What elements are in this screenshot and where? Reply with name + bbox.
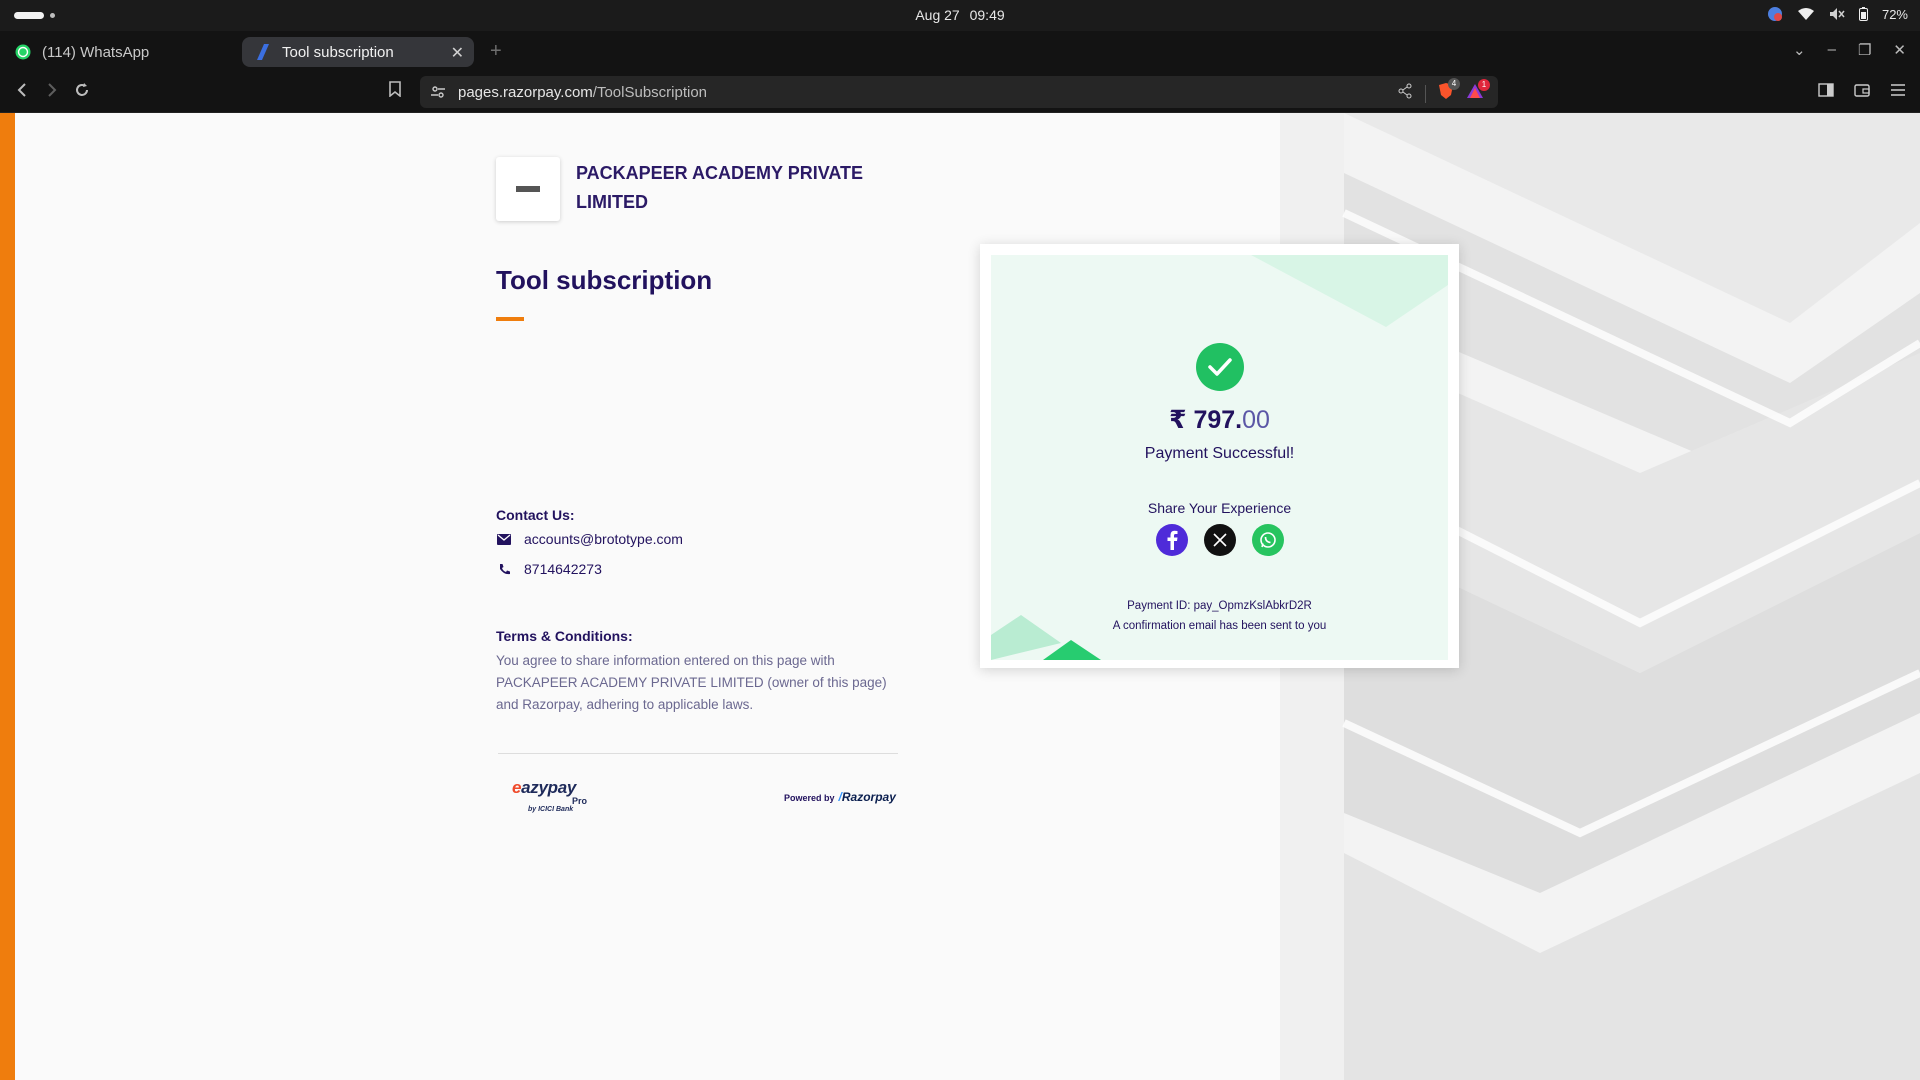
icici-label: by ICICI Bank [528, 806, 574, 813]
facebook-icon[interactable] [1155, 524, 1188, 556]
contact-phone-row[interactable]: 8714642273 [496, 561, 602, 577]
powered-by-razorpay[interactable]: Powered by /Razorpay [784, 790, 896, 804]
battery-icon[interactable] [1858, 7, 1868, 21]
razorpay-icon [254, 43, 272, 61]
receipt-body: ₹ 797.00 Payment Successful! Share Your … [991, 255, 1448, 660]
close-tab-icon[interactable]: ✕ [451, 43, 464, 63]
logo-mark [516, 186, 540, 192]
tab-tool-subscription[interactable]: Tool subscription ✕ [242, 37, 474, 67]
tab-list-icon[interactable]: ⌄ [1793, 41, 1806, 59]
brave-shields-icon[interactable]: 4 [1438, 78, 1460, 105]
address-bar[interactable]: pages.razorpay.com/ToolSubscription 4 1 [420, 76, 1498, 108]
contact-email-row[interactable]: accounts@brototype.com [496, 531, 683, 547]
page-title: Tool subscription [496, 265, 713, 295]
clock-time: 09:49 [969, 7, 1005, 23]
browser-toolbar: pages.razorpay.com/ToolSubscription 4 1 [0, 72, 1920, 113]
app-indicator-icon[interactable] [1767, 6, 1783, 22]
razorpay-wordmark: /Razorpay [839, 790, 896, 804]
site-settings-icon[interactable] [430, 84, 446, 105]
payment-id: Payment ID: pay_OpmzKslAbkrD2R [1127, 600, 1312, 612]
address-actions: 4 1 [1397, 78, 1490, 105]
bookmark-icon[interactable] [388, 81, 402, 102]
clock-date: Aug 27 [915, 7, 960, 23]
system-tray[interactable]: 72% [1767, 6, 1908, 22]
social-share-buttons [991, 524, 1448, 556]
powered-by-label: Powered by [784, 793, 835, 803]
whatsapp-icon[interactable] [1251, 524, 1284, 556]
toolbar-right [1818, 82, 1906, 103]
rewards-badge: 1 [1478, 79, 1490, 91]
razorpay-text: Razorpay [841, 790, 896, 804]
shields-badge: 4 [1448, 78, 1460, 90]
page-viewport: PACKAPEER ACADEMY PRIVATE LIMITED Tool s… [0, 113, 1920, 1080]
brave-rewards-icon[interactable]: 1 [1466, 79, 1490, 104]
amount-decimal: 00 [1242, 406, 1270, 434]
eazypay-logo: eazypay Pro by ICICI Bank [508, 778, 592, 818]
wifi-icon[interactable] [1797, 7, 1815, 21]
payment-amount: ₹ 797.00 [991, 405, 1448, 435]
footer-divider [498, 753, 898, 754]
merchant-name: PACKAPEER ACADEMY PRIVATE LIMITED [576, 163, 864, 212]
reload-icon[interactable] [74, 82, 90, 103]
eazypay-text: azypay [521, 778, 577, 797]
clock[interactable]: Aug 27 09:49 [0, 7, 1920, 23]
title-underline [496, 317, 524, 321]
contact-email[interactable]: accounts@brototype.com [524, 531, 683, 547]
tab-strip: (114) WhatsApp Tool subscription ✕ + ⌄ –… [0, 31, 1920, 72]
back-icon[interactable] [14, 82, 30, 103]
battery-percentage: 72% [1881, 6, 1908, 22]
tab-label: (114) WhatsApp [42, 43, 150, 61]
phone-icon [496, 563, 512, 576]
tab-whatsapp[interactable]: (114) WhatsApp [12, 37, 234, 67]
wallet-icon[interactable] [1854, 82, 1870, 103]
url-path: /ToolSubscription [592, 84, 708, 101]
confirmation-message: A confirmation email has been sent to yo… [1112, 620, 1327, 632]
sidebar-icon[interactable] [1818, 82, 1834, 103]
close-window-icon[interactable]: ✕ [1893, 41, 1906, 59]
os-top-bar: Aug 27 09:49 72% [0, 0, 1920, 31]
menu-icon[interactable] [1890, 82, 1906, 103]
window-controls: ⌄ – ❐ ✕ [1793, 41, 1906, 59]
terms-text: You agree to share information entered o… [496, 653, 887, 712]
x-icon[interactable] [1203, 524, 1236, 556]
contact-phone[interactable]: 8714642273 [524, 561, 602, 577]
eazypay-wordmark: eazypay [512, 778, 576, 798]
mail-icon [496, 533, 512, 545]
share-icon[interactable] [1397, 83, 1413, 104]
share-label: Share Your Experience [1147, 500, 1292, 516]
minimize-icon[interactable]: – [1828, 41, 1836, 59]
eazypay-e: e [512, 778, 522, 797]
tab-label: Tool subscription [282, 43, 394, 61]
separator [1425, 84, 1426, 103]
url-host: pages.razorpay.com [458, 84, 593, 101]
forward-icon[interactable] [44, 82, 60, 103]
terms-heading: Terms & Conditions: [496, 628, 633, 644]
success-check-icon [1196, 343, 1244, 391]
merchant-header: PACKAPEER ACADEMY PRIVATE LIMITED [496, 157, 896, 221]
whatsapp-icon [14, 43, 32, 61]
amount-whole: 797. [1193, 406, 1243, 434]
accent-stripe [0, 113, 15, 1080]
eazypay-pro: Pro [572, 796, 588, 806]
merchant-logo [496, 157, 560, 221]
payment-receipt-card: ₹ 797.00 Payment Successful! Share Your … [980, 244, 1459, 668]
contact-heading: Contact Us: [496, 507, 575, 523]
new-tab-button[interactable]: + [490, 40, 502, 63]
payment-status: Payment Successful! [1144, 445, 1295, 462]
volume-muted-icon[interactable] [1829, 7, 1845, 21]
url-text: pages.razorpay.com/ToolSubscription [458, 84, 707, 101]
currency-symbol: ₹ [1169, 406, 1187, 434]
restore-icon[interactable]: ❐ [1858, 41, 1871, 59]
